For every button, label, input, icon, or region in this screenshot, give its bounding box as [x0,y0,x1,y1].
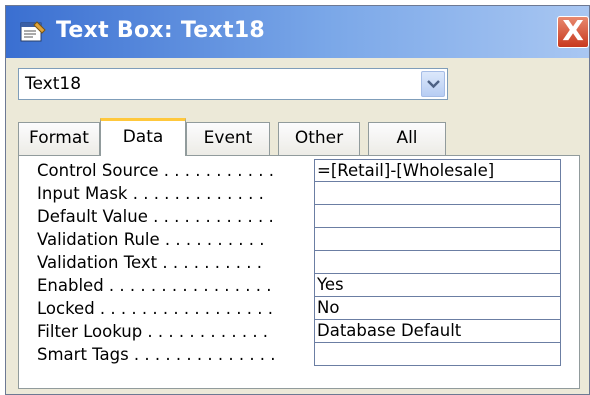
chevron-down-icon [427,80,440,89]
property-row-validation-rule[interactable]: Validation Rule . . . . . . . . . . [19,228,579,251]
property-value-field[interactable]: Yes [314,274,561,297]
property-value-field[interactable] [314,251,561,274]
property-sheet: Control Source . . . . . . . . . . . =[R… [18,155,580,389]
property-value-field[interactable]: No [314,297,561,320]
property-value-field[interactable]: =[Retail]-[Wholesale] [314,159,561,182]
property-value-field[interactable] [314,228,561,251]
close-icon: X [562,14,584,47]
property-label: Filter Lookup . . . . . . . . . . . . [37,322,269,341]
property-label: Validation Text . . . . . . . . . . [37,253,262,272]
close-button[interactable]: X [557,16,589,48]
property-label: Validation Rule . . . . . . . . . . [37,230,265,249]
tab-data[interactable]: Data [100,118,186,156]
property-row-locked[interactable]: Locked . . . . . . . . . . . . . . . . .… [19,297,579,320]
property-row-filter-lookup[interactable]: Filter Lookup . . . . . . . . . . . . Da… [19,320,579,343]
property-row-default-value[interactable]: Default Value . . . . . . . . . . . . [19,205,579,228]
tab-event[interactable]: Event [186,122,270,156]
property-value-field[interactable] [314,205,561,228]
tab-other[interactable]: Other [278,122,360,156]
tab-all[interactable]: All [368,122,446,156]
property-label: Control Source . . . . . . . . . . . [37,161,274,180]
tab-format[interactable]: Format [18,122,100,156]
property-row-validation-text[interactable]: Validation Text . . . . . . . . . . [19,251,579,274]
property-value-field[interactable]: Database Default [314,320,561,343]
property-row-input-mask[interactable]: Input Mask . . . . . . . . . . . . . [19,182,579,205]
property-label: Smart Tags . . . . . . . . . . . . . . [37,345,276,364]
properties-window: Text Box: Text18 X Text18 Format Data Ev… [5,5,590,395]
object-selector-value: Text18 [25,74,82,94]
title-bar[interactable]: Text Box: Text18 X [6,6,589,58]
property-label: Enabled . . . . . . . . . . . . . . . . [37,276,272,295]
property-label: Locked . . . . . . . . . . . . . . . . . [37,299,273,318]
property-row-smart-tags[interactable]: Smart Tags . . . . . . . . . . . . . . [19,343,579,366]
tab-strip: Format Data Event Other All [18,118,578,156]
property-row-control-source[interactable]: Control Source . . . . . . . . . . . =[R… [19,159,579,182]
window-title: Text Box: Text18 [56,18,266,43]
property-value-field[interactable] [314,182,561,205]
property-value-field[interactable] [314,343,561,366]
dropdown-button[interactable] [421,71,445,97]
properties-icon [20,20,48,44]
property-label: Default Value . . . . . . . . . . . . [37,207,274,226]
property-label: Input Mask . . . . . . . . . . . . . [37,184,264,203]
property-row-enabled[interactable]: Enabled . . . . . . . . . . . . . . . . … [19,274,579,297]
object-selector[interactable]: Text18 [18,68,448,100]
